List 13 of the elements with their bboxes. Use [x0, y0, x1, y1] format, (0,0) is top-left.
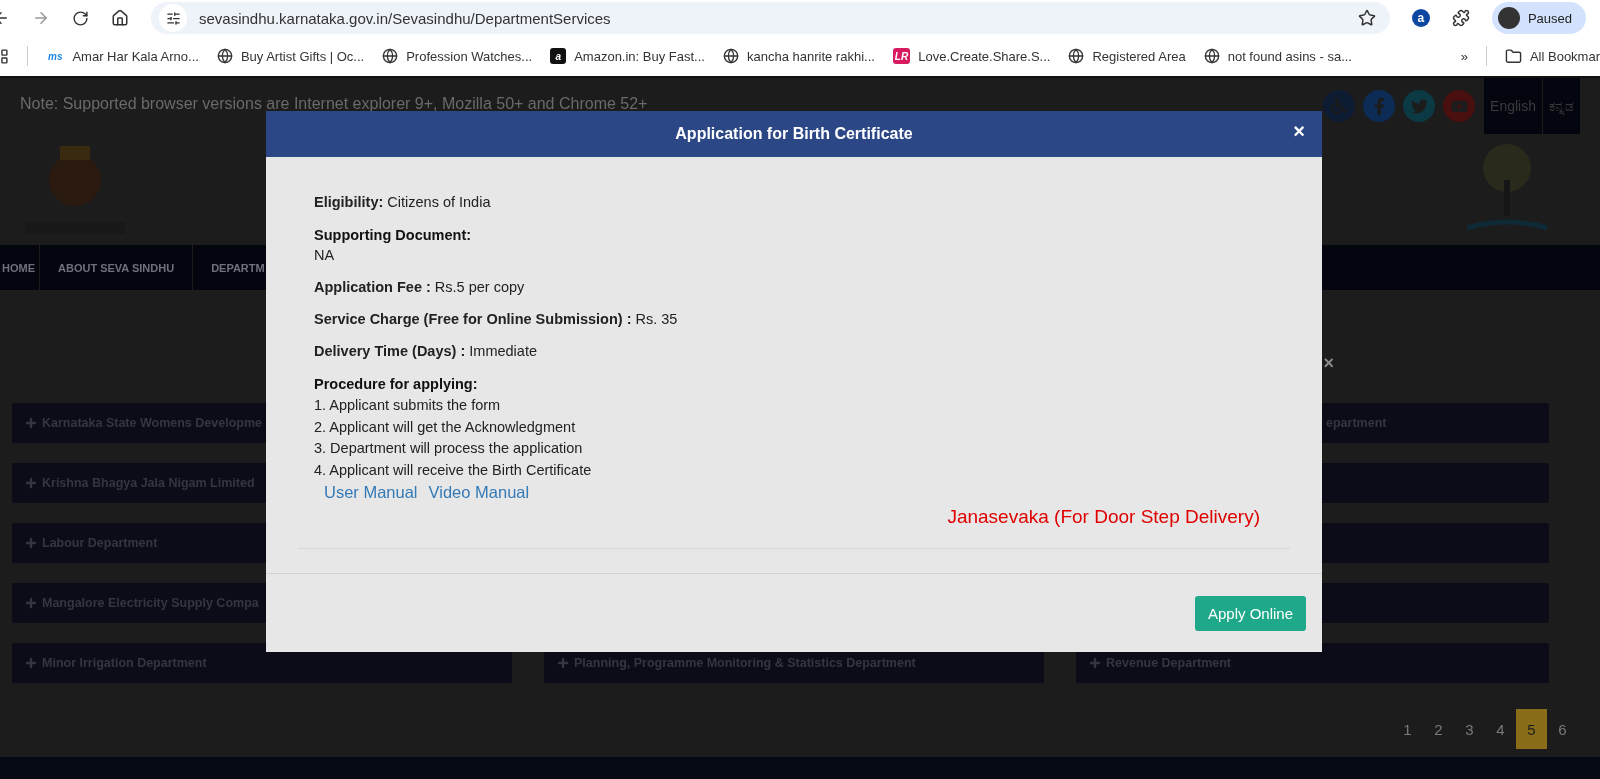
procedure-title: Procedure for applying:: [314, 375, 479, 394]
field-text: Service Charge (Free for Online Submission) : Rs. 35: [314, 310, 679, 328]
site-logo-icon: ms: [46, 48, 65, 64]
field-text: Delivery Time (Days) : Immediate: [314, 342, 538, 360]
site-logo-icon: LR: [892, 48, 911, 64]
site-logo-icon: a: [550, 48, 567, 64]
url-text: sevasindhu.karnataka.gov.in/Sevasindhu/DepartmentServices: [199, 9, 612, 27]
field-value: NA: [314, 246, 336, 264]
browser-note: Note: Supported browser versions are Internet explorer 9+, Mozilla 50+ and Chrome 52+: [20, 95, 648, 113]
field-text: Eligibility: Citizens of India: [314, 193, 492, 211]
field-label: Supporting Document:: [314, 226, 473, 245]
modal-title: Application for Birth Certificate: [675, 125, 913, 143]
field-text: Application Fee : Rs.5 per copy: [314, 278, 526, 296]
